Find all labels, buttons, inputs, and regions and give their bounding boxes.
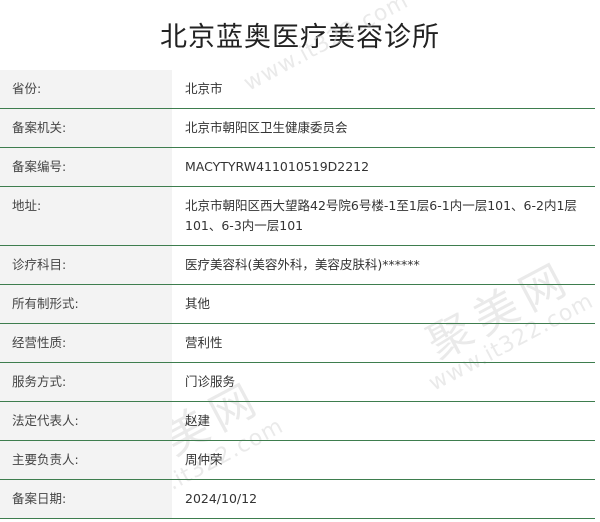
table-row: 备案机关: 北京市朝阳区卫生健康委员会 — [0, 108, 595, 148]
row-value: MACYTYRW411010519D2212 — [185, 159, 370, 174]
table-row: 主要负责人: 周仲荣 — [0, 440, 595, 480]
table-row: 地址: 北京市朝阳区西大望路42号院6号楼-1至1层6-1内一层101、6-2内… — [0, 186, 595, 246]
row-label: 备案机关: — [0, 108, 172, 148]
row-value: 赵建 — [185, 413, 211, 428]
row-label: 法定代表人: — [0, 401, 172, 441]
row-label: 所有制形式: — [0, 284, 172, 324]
row-value: 北京市朝阳区卫生健康委员会 — [185, 120, 348, 135]
row-value: 医疗美容科(美容外科，美容皮肤科)****** — [185, 257, 420, 272]
table-row: 所有制形式: 其他 — [0, 284, 595, 324]
table-row: 备案日期: 2024/10/12 — [0, 479, 595, 519]
row-value: 其他 — [185, 296, 211, 311]
table-row: 备案编号: MACYTYRW411010519D2212 — [0, 147, 595, 187]
table-row: 经营性质: 营利性 — [0, 323, 595, 363]
row-label: 诊疗科目: — [0, 245, 172, 285]
row-value: 门诊服务 — [185, 374, 236, 389]
row-label: 服务方式: — [0, 362, 172, 402]
info-table: 省份: 北京市 备案机关: 北京市朝阳区卫生健康委员会 备案编号: MACYTY… — [0, 70, 595, 519]
row-value: 北京市朝阳区西大望路42号院6号楼-1至1层6-1内一层101、6-2内1层10… — [185, 198, 577, 233]
table-row: 法定代表人: 赵建 — [0, 401, 595, 441]
page-title: 北京蓝奥医疗美容诊所 — [160, 22, 440, 53]
table-row: 省份: 北京市 — [0, 70, 595, 109]
table-row: 诊疗科目: 医疗美容科(美容外科，美容皮肤科)****** — [0, 245, 595, 285]
row-value: 北京市 — [185, 81, 223, 96]
row-value: 营利性 — [185, 335, 223, 350]
row-label: 经营性质: — [0, 323, 172, 363]
row-label: 主要负责人: — [0, 440, 172, 480]
row-label: 备案日期: — [0, 479, 172, 519]
row-label: 备案编号: — [0, 147, 172, 187]
row-label: 省份: — [0, 70, 172, 109]
row-value: 2024/10/12 — [185, 491, 258, 506]
table-row: 服务方式: 门诊服务 — [0, 362, 595, 402]
row-value: 周仲荣 — [185, 452, 223, 467]
row-label: 地址: — [0, 186, 172, 246]
